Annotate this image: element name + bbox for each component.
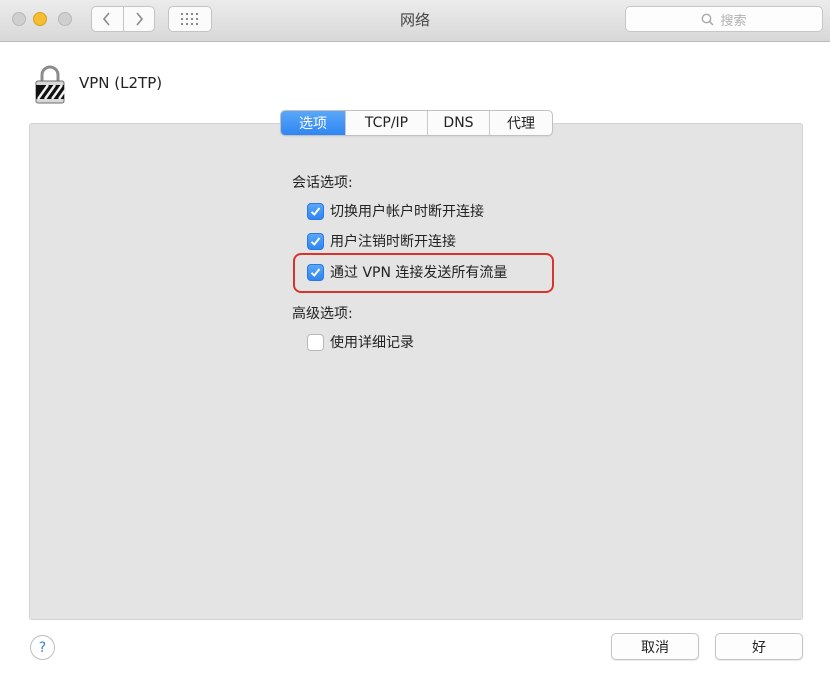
session-options-heading: 会话选项: bbox=[292, 175, 353, 191]
lock-icon[interactable] bbox=[34, 63, 66, 105]
tab-options[interactable]: 选项 bbox=[281, 111, 345, 135]
option-label: 切换用户帐户时断开连接 bbox=[330, 204, 484, 220]
option-disconnect-on-user-switch[interactable]: 切换用户帐户时断开连接 bbox=[307, 201, 484, 221]
tab-dns[interactable]: DNS bbox=[427, 111, 489, 135]
checkmark-icon bbox=[310, 206, 321, 216]
help-button[interactable]: ? bbox=[30, 635, 55, 660]
checkbox-checked[interactable] bbox=[307, 202, 324, 220]
checkbox-checked[interactable] bbox=[307, 232, 324, 250]
option-disconnect-on-logout[interactable]: 用户注销时断开连接 bbox=[307, 231, 456, 251]
ok-button[interactable]: 好 bbox=[715, 633, 803, 660]
option-label: 用户注销时断开连接 bbox=[330, 234, 456, 250]
checkmark-icon bbox=[310, 236, 321, 246]
options-panel bbox=[29, 123, 803, 620]
tab-bar: 选项 TCP/IP DNS 代理 bbox=[280, 110, 553, 136]
highlight-annotation bbox=[293, 253, 554, 293]
option-label: 使用详细记录 bbox=[330, 335, 414, 351]
tab-proxy[interactable]: 代理 bbox=[489, 111, 552, 135]
search-icon bbox=[702, 13, 715, 26]
search-placeholder: 搜索 bbox=[720, 13, 747, 29]
advanced-options-heading: 高级选项: bbox=[292, 306, 353, 322]
tab-tcpip[interactable]: TCP/IP bbox=[345, 111, 427, 135]
search-input[interactable]: 搜索 bbox=[625, 6, 823, 32]
vpn-service-name: VPN (L2TP) bbox=[79, 74, 163, 92]
option-verbose-logging[interactable]: 使用详细记录 bbox=[307, 332, 414, 352]
checkbox-unchecked[interactable] bbox=[307, 333, 324, 351]
window-titlebar: 网络 搜索 bbox=[0, 0, 830, 42]
cancel-button[interactable]: 取消 bbox=[611, 633, 699, 660]
